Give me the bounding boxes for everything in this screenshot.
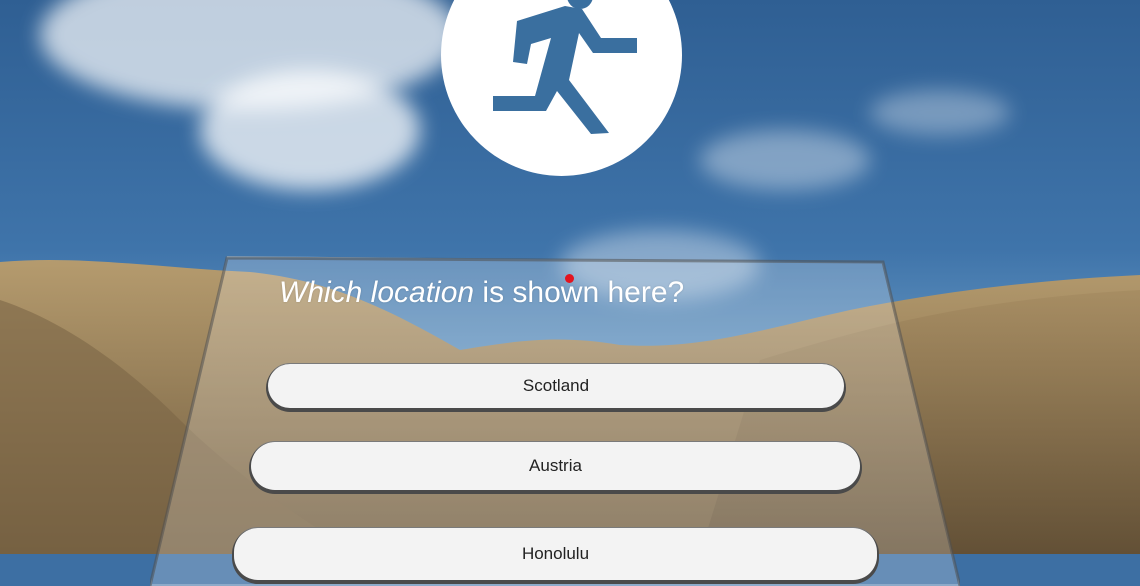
answer-label: Austria xyxy=(529,456,582,475)
question-text: Which location is shown here? xyxy=(279,276,684,310)
exit-button[interactable] xyxy=(441,0,682,176)
answer-button-scotland[interactable]: Scotland xyxy=(268,364,844,408)
answer-button-honolulu[interactable]: Honolulu xyxy=(234,528,877,580)
question-emphasis: Which location xyxy=(279,276,475,309)
running-man-exit-icon xyxy=(493,0,637,134)
answer-label: Scotland xyxy=(522,376,590,395)
gaze-reticle-dot xyxy=(565,274,574,283)
answer-label: Honolulu xyxy=(521,544,590,563)
question-rest: is shown here? xyxy=(474,276,685,309)
answer-button-austria[interactable]: Austria xyxy=(251,442,860,490)
